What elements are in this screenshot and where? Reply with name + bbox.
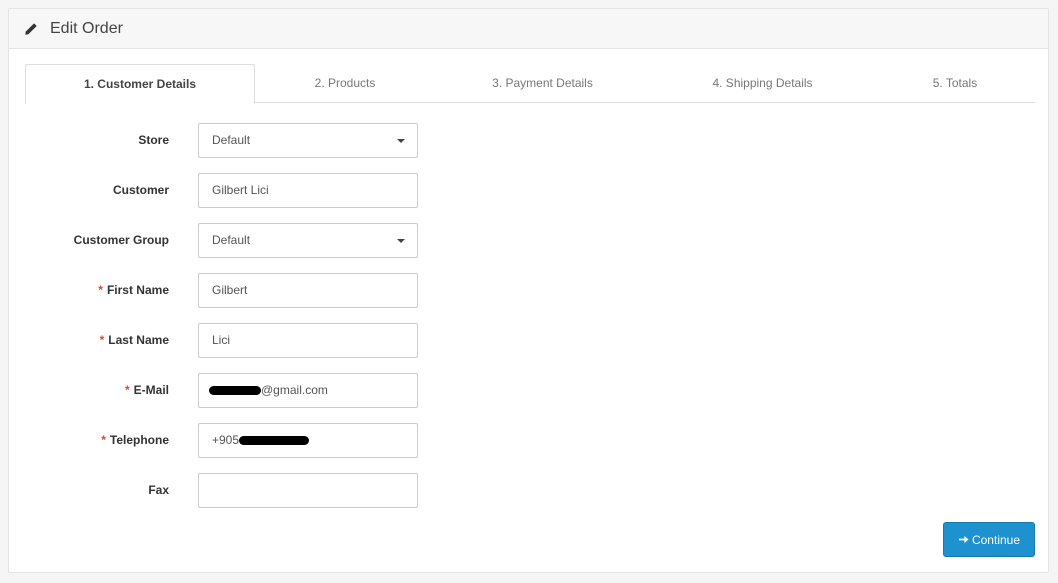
- tab-totals[interactable]: 5. Totals: [875, 64, 1035, 103]
- fax-row: Fax: [9, 473, 1050, 508]
- email-input[interactable]: @gmail.com: [198, 373, 418, 408]
- panel-heading: Edit Order: [9, 9, 1048, 49]
- customer-input[interactable]: Gilbert Lici: [198, 173, 418, 208]
- last-name-row: * Last Name Lici: [9, 323, 1050, 358]
- email-row: * E-Mail @gmail.com: [9, 373, 1050, 408]
- first-name-label: * First Name: [98, 283, 169, 297]
- store-label: Store: [138, 133, 169, 147]
- required-marker: *: [101, 433, 106, 447]
- customer-group-row: Customer Group Default: [9, 223, 1050, 258]
- pencil-icon: [25, 22, 37, 35]
- store-value: Default: [212, 133, 251, 147]
- last-name-label: * Last Name: [99, 333, 169, 347]
- first-name-row: * First Name Gilbert: [9, 273, 1050, 308]
- fax-input[interactable]: [198, 473, 418, 508]
- tab-products[interactable]: 2. Products: [255, 64, 435, 103]
- order-tabs: 1. Customer Details 2. Products 3. Payme…: [25, 64, 1035, 104]
- customer-row: Customer Gilbert Lici: [9, 173, 1050, 208]
- caret-down-icon: [397, 239, 405, 243]
- first-name-value: Gilbert: [212, 283, 248, 297]
- first-name-input[interactable]: Gilbert: [198, 273, 418, 308]
- customer-value: Gilbert Lici: [212, 183, 269, 197]
- telephone-label: * Telephone: [101, 433, 169, 447]
- customer-label: Customer: [112, 183, 169, 197]
- store-select[interactable]: Default: [198, 123, 418, 158]
- tab-shipping-details[interactable]: 4. Shipping Details: [650, 64, 875, 103]
- telephone-input[interactable]: +905: [198, 423, 418, 458]
- required-marker: *: [99, 333, 105, 347]
- store-row: Store Default: [9, 123, 1050, 158]
- caret-down-icon: [397, 139, 405, 143]
- fax-label: Fax: [148, 483, 169, 497]
- telephone-row: * Telephone +905: [9, 423, 1050, 458]
- last-name-input[interactable]: Lici: [198, 323, 418, 358]
- edit-order-panel: Edit Order 1. Customer Details 2. Produc…: [8, 8, 1049, 573]
- last-name-value: Lici: [212, 333, 231, 347]
- customer-group-value: Default: [212, 233, 251, 247]
- required-marker: *: [98, 283, 103, 297]
- customer-group-select[interactable]: Default: [198, 223, 418, 258]
- tab-payment-details[interactable]: 3. Payment Details: [435, 64, 650, 103]
- redaction-mark: [209, 386, 261, 396]
- page-title: Edit Order: [50, 19, 123, 37]
- required-marker: *: [124, 383, 130, 397]
- customer-group-label: Customer Group: [73, 233, 169, 247]
- telephone-value: +905: [212, 433, 240, 447]
- email-value: @gmail.com: [261, 383, 328, 397]
- redaction-mark: [239, 436, 310, 446]
- arrow-right-icon: [958, 535, 969, 544]
- email-label: * E-Mail: [124, 383, 169, 397]
- continue-label: Continue: [971, 532, 1021, 547]
- tab-customer-details[interactable]: 1. Customer Details: [25, 64, 255, 104]
- continue-button[interactable]: Continue: [943, 522, 1035, 557]
